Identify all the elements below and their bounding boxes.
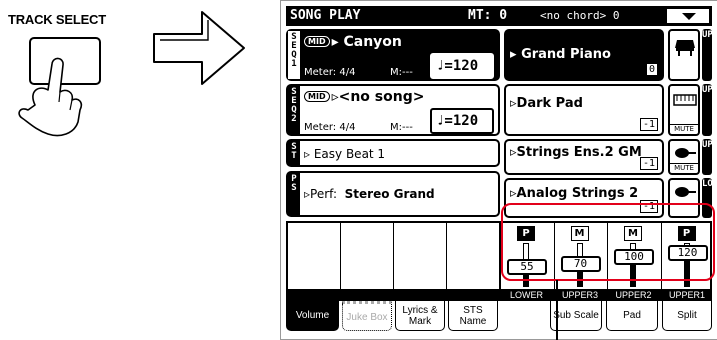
seq1-meter: Meter: 4/4 <box>304 67 356 78</box>
right-arrow-icon <box>153 11 245 85</box>
seq1-tempo[interactable]: ♩=120 <box>430 53 494 79</box>
channel-label: UPPER2 <box>615 290 652 300</box>
finger-press-icon <box>18 37 101 137</box>
track-upper1[interactable]: ▸ Grand Piano 0 <box>504 29 664 81</box>
track-select-caption: TRACK SELECT <box>8 12 106 27</box>
mute-indicator: MUTE <box>670 124 698 133</box>
label-up3: UP3 <box>702 139 717 175</box>
channel-label: UPPER1 <box>668 290 705 300</box>
tab-split[interactable]: Split <box>662 301 712 331</box>
page-title: SONG PLAY <box>290 8 361 23</box>
title-bar: SONG PLAY MT: 0 <no chord> 0 <box>286 6 712 26</box>
octave-badge: -1 <box>639 118 658 131</box>
track-upper2[interactable]: ▹Dark Pad -1 <box>504 84 664 136</box>
seq2-song-name: <no song> <box>338 89 425 105</box>
piano-icon[interactable] <box>668 29 700 81</box>
performance-name: ▹Perf: Stereo Grand <box>304 187 435 201</box>
page-menu-button[interactable] <box>666 8 710 24</box>
seq2-song: MID ▹<no song> <box>304 89 424 105</box>
track-upper3[interactable]: ▹Strings Ens.2 GM -1 <box>504 139 664 175</box>
seq1-panel[interactable]: SEQ1 MID ▸ Canyon Meter: 4/4 M:--- ♩=120 <box>286 29 500 81</box>
chord-readout: <no chord> 0 <box>540 9 620 22</box>
seq1-song: MID ▸ Canyon <box>304 34 402 50</box>
label-up2: UP2 <box>702 84 717 136</box>
seq1-song-name: Canyon <box>343 34 402 50</box>
performance-panel[interactable]: PS ▹Perf: Stereo Grand <box>286 171 500 217</box>
mute-indicator: MUTE <box>670 163 698 172</box>
ps-tag: PS <box>288 173 300 215</box>
master-transpose: MT: 0 <box>468 8 508 23</box>
callout-line <box>556 280 558 340</box>
song-play-screen: SONG PLAY MT: 0 <no chord> 0 SEQ1 MID ▸ C… <box>286 6 717 332</box>
lcd-display: SONG PLAY MT: 0 <no chord> 0 SEQ1 MID ▸ C… <box>280 0 717 340</box>
empty-channel <box>447 223 500 289</box>
seq2-measure: M:--- <box>390 122 413 133</box>
empty-channel <box>394 223 447 289</box>
midi-icon: MID <box>304 36 330 47</box>
label-up1: UP1 <box>702 29 717 81</box>
tab-sts-name[interactable]: STS Name <box>448 301 498 331</box>
tab-juke-box[interactable]: Juke Box <box>342 301 392 331</box>
highlight-box <box>501 203 715 281</box>
seq2-panel[interactable]: SEQ2 MID ▹<no song> Meter: 4/4 M:--- ♩=12… <box>286 84 500 136</box>
tab-bar: Volume Juke Box Lyrics & Mark STS Name Sub S… <box>286 301 712 332</box>
channel-label: LOWER <box>509 290 543 300</box>
tab-lyrics-mark[interactable]: Lyrics & Mark <box>395 301 445 331</box>
violin-icon[interactable]: MUTE <box>668 139 700 175</box>
st-tag: ST <box>288 141 300 165</box>
seq2-tag: SEQ2 <box>288 86 300 134</box>
seq2-tempo[interactable]: ♩=120 <box>430 108 494 134</box>
channel-label: UPPER3 <box>561 290 598 300</box>
octave-badge: 0 <box>645 63 658 76</box>
synth-icon[interactable]: MUTE <box>668 84 700 136</box>
seq2-meter: Meter: 4/4 <box>304 122 356 133</box>
tab-volume[interactable]: Volume <box>286 301 339 331</box>
style-name: ▹ Easy Beat 1 <box>304 147 386 161</box>
seq1-tag: SEQ1 <box>288 31 300 79</box>
octave-badge: -1 <box>639 157 658 170</box>
empty-channel <box>341 223 394 289</box>
tab-pad[interactable]: Pad <box>606 301 658 331</box>
midi-icon: MID <box>304 91 330 102</box>
style-panel[interactable]: ST ▹ Easy Beat 1 <box>286 139 500 167</box>
empty-channel <box>288 223 341 289</box>
seq1-measure: M:--- <box>390 67 413 78</box>
